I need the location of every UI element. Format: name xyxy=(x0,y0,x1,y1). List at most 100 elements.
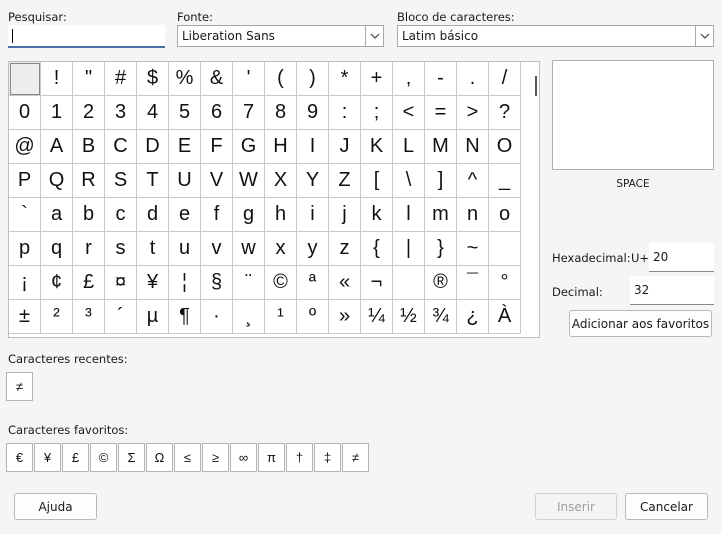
character-cell[interactable]: § xyxy=(201,266,233,300)
character-cell[interactable]: b xyxy=(73,198,105,232)
character-cell[interactable]: © xyxy=(265,266,297,300)
character-cell[interactable]: v xyxy=(201,232,233,266)
character-cell[interactable]: y xyxy=(297,232,329,266)
character-cell[interactable]: h xyxy=(265,198,297,232)
character-cell[interactable]: l xyxy=(393,198,425,232)
character-cell[interactable]: o xyxy=(489,198,521,232)
favorite-character[interactable]: π xyxy=(258,443,285,472)
character-cell[interactable]: k xyxy=(361,198,393,232)
character-cell[interactable]: q xyxy=(41,232,73,266)
character-cell[interactable]: ¾ xyxy=(425,300,457,334)
character-cell[interactable]: } xyxy=(425,232,457,266)
favorite-character[interactable]: ≥ xyxy=(202,443,229,472)
character-cell[interactable]: ` xyxy=(9,198,41,232)
character-cell[interactable]: g xyxy=(233,198,265,232)
character-cell[interactable]: 8 xyxy=(265,96,297,130)
character-cell[interactable]: | xyxy=(393,232,425,266)
character-cell[interactable]: ¹ xyxy=(265,300,297,334)
character-cell[interactable]: ³ xyxy=(73,300,105,334)
character-cell[interactable]: w xyxy=(233,232,265,266)
character-cell[interactable]: ¡ xyxy=(9,266,41,300)
character-cell[interactable]: ¬ xyxy=(361,266,393,300)
character-cell[interactable]: 4 xyxy=(137,96,169,130)
character-cell[interactable]: 5 xyxy=(169,96,201,130)
block-select[interactable]: Latim básico xyxy=(397,25,714,47)
character-cell[interactable]: 9 xyxy=(297,96,329,130)
character-cell[interactable]: » xyxy=(329,300,361,334)
character-cell[interactable] xyxy=(9,62,41,96)
character-cell[interactable]: S xyxy=(105,164,137,198)
character-cell[interactable]: d xyxy=(137,198,169,232)
insert-button[interactable]: Inserir xyxy=(535,493,617,520)
character-cell[interactable]: ^ xyxy=(457,164,489,198)
character-cell[interactable]: ® xyxy=(425,266,457,300)
character-cell[interactable]: ¥ xyxy=(137,266,169,300)
character-cell[interactable]: ] xyxy=(425,164,457,198)
character-cell[interactable]: W xyxy=(233,164,265,198)
character-cell[interactable]: ¨ xyxy=(233,266,265,300)
character-cell[interactable]: & xyxy=(201,62,233,96)
character-cell[interactable]: [ xyxy=(361,164,393,198)
character-cell[interactable]: £ xyxy=(73,266,105,300)
character-cell[interactable]: F xyxy=(201,130,233,164)
character-cell[interactable]: > xyxy=(457,96,489,130)
character-cell[interactable]: ª xyxy=(297,266,329,300)
character-cell[interactable]: R xyxy=(73,164,105,198)
favorite-character[interactable]: † xyxy=(286,443,313,472)
character-cell[interactable]: µ xyxy=(137,300,169,334)
character-cell[interactable]: ) xyxy=(297,62,329,96)
add-favorite-button[interactable]: Adicionar aos favoritos xyxy=(569,310,712,337)
character-cell[interactable]: O xyxy=(489,130,521,164)
character-cell[interactable]: I xyxy=(297,130,329,164)
character-cell[interactable]: * xyxy=(329,62,361,96)
favorite-character[interactable]: £ xyxy=(62,443,89,472)
character-cell[interactable]: = xyxy=(425,96,457,130)
character-cell[interactable]: ~ xyxy=(457,232,489,266)
character-cell[interactable]: G xyxy=(233,130,265,164)
favorite-character[interactable]: Σ xyxy=(118,443,145,472)
character-cell[interactable]: ´ xyxy=(105,300,137,334)
character-cell[interactable]: u xyxy=(169,232,201,266)
character-cell[interactable]: / xyxy=(489,62,521,96)
character-cell[interactable]: ° xyxy=(489,266,521,300)
help-button[interactable]: Ajuda xyxy=(14,493,97,520)
character-cell[interactable]: º xyxy=(297,300,329,334)
character-cell[interactable]: ¿ xyxy=(457,300,489,334)
character-cell[interactable]: E xyxy=(169,130,201,164)
favorite-character[interactable]: © xyxy=(90,443,117,472)
character-cell[interactable]: C xyxy=(105,130,137,164)
character-cell[interactable]: Y xyxy=(297,164,329,198)
character-cell[interactable]: P xyxy=(9,164,41,198)
character-cell[interactable]: - xyxy=(425,62,457,96)
character-cell[interactable]: K xyxy=(361,130,393,164)
character-cell[interactable]: n xyxy=(457,198,489,232)
character-cell[interactable]: 1 xyxy=(41,96,73,130)
character-cell[interactable]: Q xyxy=(41,164,73,198)
character-cell[interactable]: U xyxy=(169,164,201,198)
character-cell[interactable]: ½ xyxy=(393,300,425,334)
character-cell[interactable]: ¼ xyxy=(361,300,393,334)
favorite-character[interactable]: ¥ xyxy=(34,443,61,472)
character-cell[interactable]: L xyxy=(393,130,425,164)
hex-input[interactable]: 20 xyxy=(649,243,714,272)
character-cell[interactable]: s xyxy=(105,232,137,266)
character-cell[interactable]: % xyxy=(169,62,201,96)
search-input[interactable] xyxy=(8,25,165,48)
character-cell[interactable]: ; xyxy=(361,96,393,130)
character-cell[interactable]: ! xyxy=(41,62,73,96)
character-cell[interactable]: N xyxy=(457,130,489,164)
character-cell[interactable]: M xyxy=(425,130,457,164)
character-cell[interactable]: " xyxy=(73,62,105,96)
character-cell[interactable]: 3 xyxy=(105,96,137,130)
character-cell[interactable]: ¶ xyxy=(169,300,201,334)
cancel-button[interactable]: Cancelar xyxy=(625,493,708,520)
character-cell[interactable]: + xyxy=(361,62,393,96)
character-cell[interactable]: e xyxy=(169,198,201,232)
favorite-character[interactable]: ≤ xyxy=(174,443,201,472)
character-cell[interactable]: Z xyxy=(329,164,361,198)
favorite-character[interactable]: Ω xyxy=(146,443,173,472)
character-cell[interactable]: a xyxy=(41,198,73,232)
character-cell[interactable]: j xyxy=(329,198,361,232)
character-cell[interactable]: . xyxy=(457,62,489,96)
character-cell[interactable]: · xyxy=(201,300,233,334)
